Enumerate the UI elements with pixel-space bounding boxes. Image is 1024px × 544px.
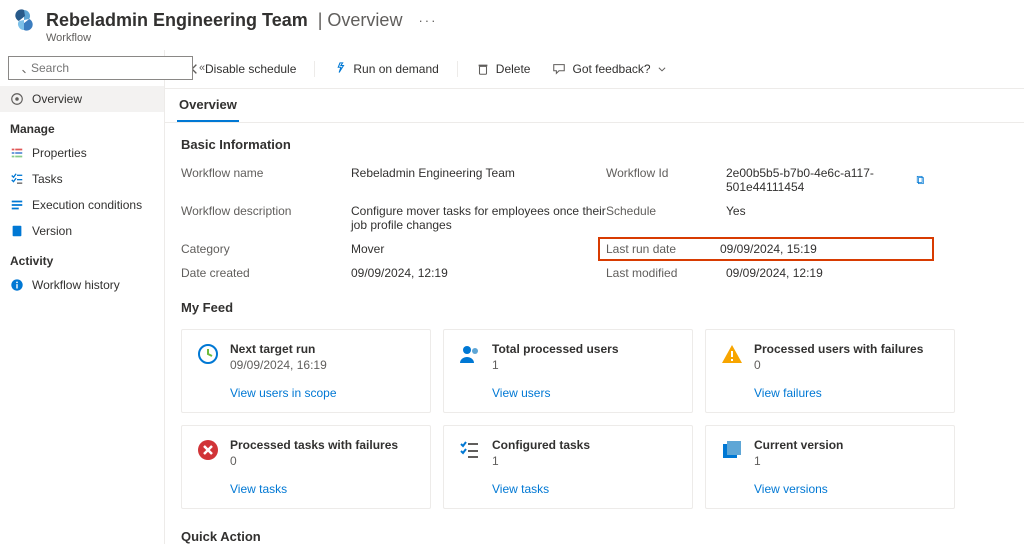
error-icon — [196, 438, 220, 462]
sidebar-item-label: Workflow history — [32, 278, 120, 292]
warning-icon — [720, 342, 744, 366]
card-processed-users-failures: Processed users with failures0 View fail… — [705, 329, 955, 413]
sidebar-item-label: Properties — [32, 146, 87, 160]
basic-info-grid: Workflow name Rebeladmin Engineering Tea… — [181, 166, 1008, 280]
page-title: Rebeladmin Engineering Team — [46, 10, 308, 31]
feedback-icon — [552, 62, 566, 76]
last-run-date-label: Last run date — [606, 242, 720, 256]
last-modified-value: 09/09/2024, 12:19 — [726, 266, 926, 280]
sidebar-section-manage: Manage — [0, 112, 164, 140]
copy-icon[interactable] — [916, 174, 926, 186]
workflow-name-label: Workflow name — [181, 166, 351, 194]
sidebar-section-activity: Activity — [0, 244, 164, 272]
card-current-version: Current version1 View versions — [705, 425, 955, 509]
sidebar-item-properties[interactable]: Properties — [0, 140, 164, 166]
feed-grid: Next target run09/09/2024, 16:19 View us… — [181, 329, 1008, 509]
workflow-id-label: Workflow Id — [606, 166, 726, 194]
breadcrumb: Workflow — [46, 32, 1024, 50]
sidebar-item-label: Overview — [32, 92, 82, 106]
view-users-link[interactable]: View users — [492, 386, 678, 400]
sidebar-item-workflow-history[interactable]: Workflow history — [0, 272, 164, 298]
last-run-date-value: 09/09/2024, 15:19 — [720, 242, 926, 256]
workflow-logo-icon — [12, 8, 36, 32]
category-label: Category — [181, 242, 351, 256]
page-header: Rebeladmin Engineering Team | Overview ·… — [0, 0, 1024, 36]
last-run-date-cell: Last run date 09/09/2024, 15:19 — [598, 237, 934, 261]
clock-icon — [196, 342, 220, 366]
version-card-icon — [720, 438, 744, 462]
workflow-desc-label: Workflow description — [181, 204, 351, 232]
sidebar-item-version[interactable]: Version — [0, 218, 164, 244]
date-created-label: Date created — [181, 266, 351, 280]
sidebar-item-label: Execution conditions — [32, 198, 142, 212]
sidebar-item-label: Version — [32, 224, 72, 238]
tab-bar: Overview — [165, 89, 1024, 123]
search-box — [8, 56, 193, 80]
disable-schedule-button[interactable]: Disable schedule — [177, 58, 304, 80]
version-icon — [10, 224, 24, 238]
last-modified-label: Last modified — [606, 266, 726, 280]
users-icon — [458, 342, 482, 366]
workflow-id-value: 2e00b5b5-b7b0-4e6c-a117-501e44111454 — [726, 166, 926, 194]
card-processed-tasks-failures: Processed tasks with failures0 View task… — [181, 425, 431, 509]
tasks-icon — [10, 172, 24, 186]
execution-conditions-icon — [10, 198, 24, 212]
chevron-down-icon — [657, 64, 667, 74]
delete-icon — [476, 62, 490, 76]
view-failures-link[interactable]: View failures — [754, 386, 940, 400]
my-feed-heading: My Feed — [181, 300, 1008, 315]
page-subtitle: | Overview — [318, 10, 403, 31]
workflow-name-value: Rebeladmin Engineering Team — [351, 166, 606, 194]
date-created-value: 09/09/2024, 12:19 — [351, 266, 606, 280]
delete-button[interactable]: Delete — [468, 58, 539, 80]
view-config-tasks-link[interactable]: View tasks — [492, 482, 678, 496]
run-icon — [333, 62, 347, 76]
card-next-target-run: Next target run09/09/2024, 16:19 View us… — [181, 329, 431, 413]
tab-overview[interactable]: Overview — [177, 89, 239, 122]
quick-action-heading: Quick Action — [181, 529, 1008, 544]
toolbar-separator — [457, 61, 458, 77]
view-versions-link[interactable]: View versions — [754, 482, 940, 496]
card-total-processed-users: Total processed users1 View users — [443, 329, 693, 413]
toolbar: Disable schedule Run on demand Delete Go… — [165, 50, 1024, 89]
sidebar-item-overview[interactable]: Overview — [0, 86, 164, 112]
search-input[interactable] — [8, 56, 193, 80]
sidebar-item-label: Tasks — [32, 172, 63, 186]
got-feedback-button[interactable]: Got feedback? — [544, 58, 674, 80]
run-on-demand-button[interactable]: Run on demand — [325, 58, 446, 80]
view-users-in-scope-link[interactable]: View users in scope — [230, 386, 416, 400]
schedule-label: Schedule — [606, 204, 726, 232]
basic-info-heading: Basic Information — [181, 137, 1008, 152]
toolbar-separator — [314, 61, 315, 77]
schedule-value: Yes — [726, 204, 926, 232]
workflow-desc-value: Configure mover tasks for employees once… — [351, 204, 606, 232]
sidebar-item-tasks[interactable]: Tasks — [0, 166, 164, 192]
properties-icon — [10, 146, 24, 160]
sidebar: « Overview Manage Properties Tasks Execu… — [0, 50, 165, 544]
card-configured-tasks: Configured tasks1 View tasks — [443, 425, 693, 509]
sidebar-item-execution-conditions[interactable]: Execution conditions — [0, 192, 164, 218]
overview-icon — [10, 92, 24, 106]
view-tasks-link[interactable]: View tasks — [230, 482, 416, 496]
info-icon — [10, 278, 24, 292]
more-actions-button[interactable]: ··· — [418, 13, 437, 28]
checklist-icon — [458, 438, 482, 462]
category-value: Mover — [351, 242, 606, 256]
